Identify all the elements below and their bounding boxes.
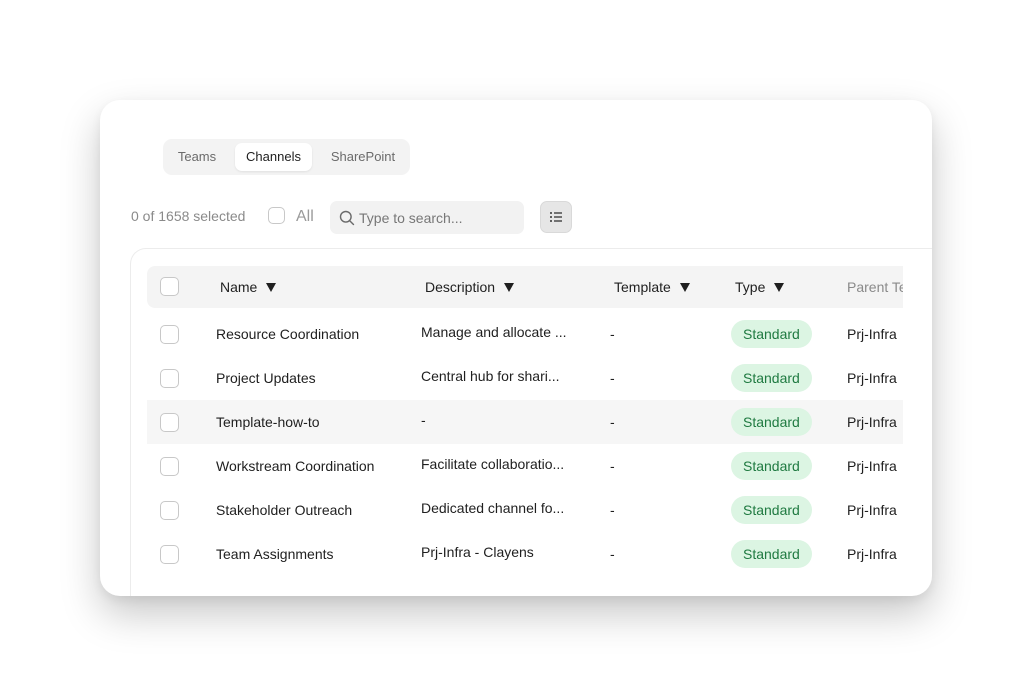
cell-template: - [610,458,615,474]
filter-icon[interactable] [679,282,690,292]
type-badge: Standard [731,540,812,568]
cell-name: Workstream Coordination [216,458,375,474]
row-checkbox[interactable] [160,457,179,476]
column-header-template[interactable]: Template [614,266,690,308]
row-checkbox[interactable] [160,325,179,344]
cell-parent-team: Prj-Infra [847,370,897,386]
tab-switcher: Teams Channels SharePoint [163,139,410,175]
column-label: Parent Te [847,279,903,295]
cell-name: Project Updates [216,370,316,386]
type-badge: Standard [731,452,812,480]
type-badge: Standard [731,496,812,524]
cell-template: - [610,326,615,342]
column-header-name[interactable]: Name [220,266,277,308]
cell-name: Resource Coordination [216,326,360,342]
row-checkbox[interactable] [160,545,179,564]
cell-template: - [610,370,615,386]
column-header-type[interactable]: Type [735,266,785,308]
select-all-checkbox[interactable] [268,207,285,225]
row-checkbox[interactable] [160,501,179,520]
column-label: Description [425,279,496,295]
table-row[interactable]: Resource Coordination Manage and allocat… [147,312,903,356]
channels-panel: Teams Channels SharePoint 0 of 1658 sele… [100,100,932,596]
tab-channels[interactable]: Channels [235,143,312,171]
tab-teams[interactable]: Teams [167,143,227,171]
table-row[interactable]: Team Assignments Prj-Infra - Clayens - S… [147,532,903,576]
cell-description: Dedicated channel fo... [421,500,565,516]
cell-name: Template-how-to [216,414,320,430]
cell-description: Manage and allocate ... [421,324,567,340]
table-viewport[interactable]: Name Description Template Type Parent Te… [131,249,903,579]
filter-icon[interactable] [266,282,277,292]
cell-parent-team: Prj-Infra [847,326,897,342]
selection-count: 0 of 1658 selected [131,208,246,224]
select-all[interactable]: All [268,207,314,227]
table-row[interactable]: Template-how-to - - Standard Prj-Infra [147,400,903,444]
row-checkbox[interactable] [160,413,179,432]
table-row[interactable]: Workstream Coordination Facilitate colla… [147,444,903,488]
table-row[interactable]: Stakeholder Outreach Dedicated channel f… [147,488,903,532]
column-label: Name [220,279,258,295]
header-checkbox[interactable] [160,277,179,296]
cell-description: - [421,412,426,428]
type-badge: Standard [731,364,812,392]
table-header: Name Description Template Type Parent Te [147,266,903,308]
list-view-button[interactable] [540,201,572,233]
filter-icon[interactable] [504,282,515,292]
cell-description: Prj-Infra - Clayens [421,544,534,560]
column-header-parent-team[interactable]: Parent Te [847,266,903,308]
cell-name: Stakeholder Outreach [216,502,353,518]
search-input[interactable] [359,201,517,234]
cell-description: Central hub for shari... [421,368,560,384]
cell-name: Team Assignments [216,546,334,562]
cell-parent-team: Prj-Infra [847,502,897,518]
cell-parent-team: Prj-Infra [847,414,897,430]
column-label: Template [614,279,671,295]
search-box[interactable] [330,201,524,234]
column-header-description[interactable]: Description [425,266,515,308]
cell-template: - [610,546,615,562]
cell-parent-team: Prj-Infra [847,546,897,562]
filter-icon[interactable] [774,282,785,292]
tab-sharepoint[interactable]: SharePoint [320,143,406,171]
list-icon [550,212,562,222]
cell-template: - [610,502,615,518]
search-icon [339,210,355,226]
channels-table: Name Description Template Type Parent Te… [130,248,932,596]
table-row[interactable]: Project Updates Central hub for shari...… [147,356,903,400]
type-badge: Standard [731,408,812,436]
cell-parent-team: Prj-Infra [847,458,897,474]
column-label: Type [735,279,766,295]
cell-template: - [610,414,615,430]
type-badge: Standard [731,320,812,348]
cell-description: Facilitate collaboratio... [421,456,565,472]
select-all-label: All [296,208,314,225]
row-checkbox[interactable] [160,369,179,388]
